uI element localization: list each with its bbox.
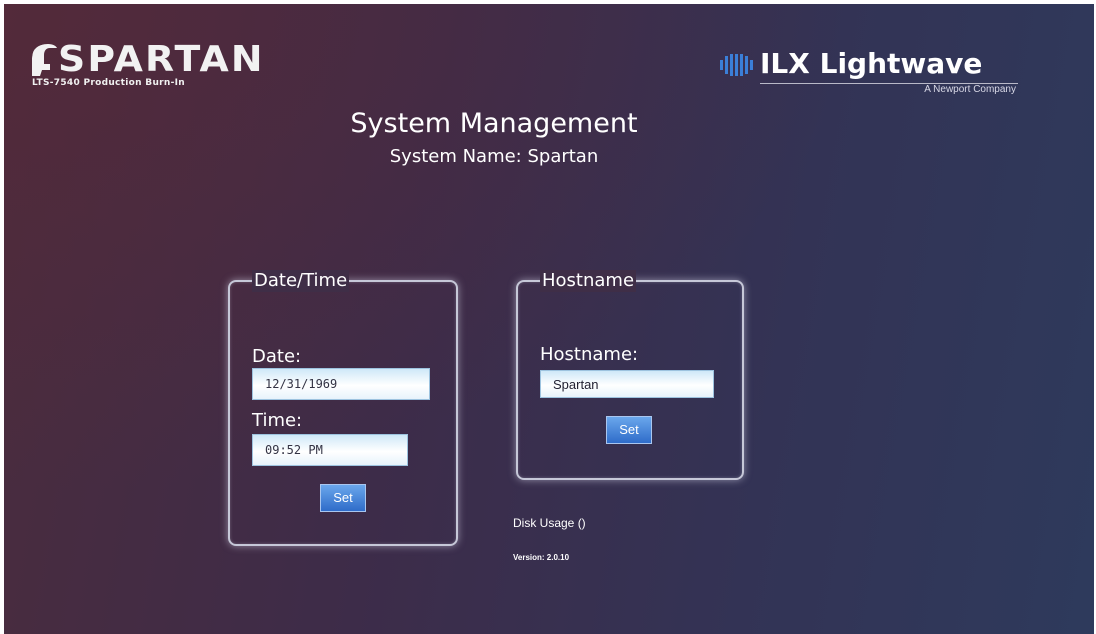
- time-input[interactable]: [252, 434, 408, 466]
- spartan-helmet-icon: [32, 44, 57, 76]
- set-hostname-button[interactable]: Set: [606, 416, 652, 444]
- app-frame: SPARTAN LTS-7540 Production Burn-In ILX …: [4, 4, 1094, 634]
- ilx-logo-text: ILX Lightwave: [760, 47, 983, 80]
- ilx-bars-icon: [720, 54, 753, 76]
- page-title: System Management: [350, 108, 638, 139]
- disk-usage-label: Disk Usage (): [513, 516, 586, 530]
- hostname-panel: Hostname Hostname: Set: [516, 270, 744, 480]
- datetime-panel-legend: Date/Time: [252, 270, 350, 292]
- spartan-logo-subtitle: LTS-7540 Production Burn-In: [32, 78, 186, 88]
- version-label: Version: 2.0.10: [513, 553, 570, 562]
- hostname-panel-legend: Hostname: [540, 270, 637, 292]
- set-datetime-button[interactable]: Set: [320, 484, 366, 512]
- system-name-label: System Name: Spartan: [389, 146, 599, 167]
- time-label: Time:: [252, 410, 303, 431]
- ilx-lightwave-logo: ILX Lightwave A Newport Company: [720, 46, 1020, 98]
- date-label: Date:: [252, 346, 302, 367]
- ilx-logo-subtitle: A Newport Company: [924, 84, 1016, 95]
- spartan-logo-text: SPARTAN: [58, 39, 265, 80]
- date-input[interactable]: [252, 368, 430, 400]
- hostname-input[interactable]: [540, 370, 714, 398]
- datetime-panel: Date/Time Date: Time: Set: [228, 270, 458, 546]
- hostname-label: Hostname:: [540, 344, 639, 365]
- spartan-logo: SPARTAN LTS-7540 Production Burn-In: [28, 38, 268, 92]
